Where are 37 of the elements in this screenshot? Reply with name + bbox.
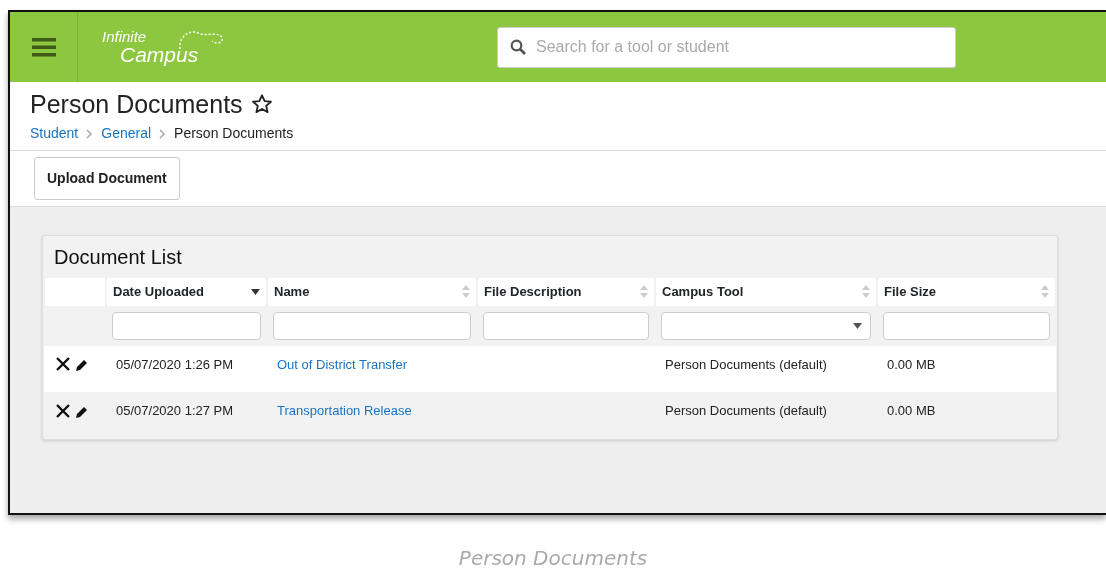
menu-icon[interactable]	[31, 37, 56, 57]
search-icon	[510, 38, 526, 55]
star-icon[interactable]	[250, 93, 273, 115]
table-cell: Person Documents (default)	[655, 392, 877, 439]
filter-input[interactable]	[483, 311, 649, 340]
chevron-icon	[159, 128, 167, 139]
column-header[interactable]: Date Uploaded	[106, 277, 267, 307]
filter-input[interactable]	[883, 311, 1050, 340]
filter-input[interactable]	[112, 311, 261, 340]
table-cell: 0.00 MB	[877, 345, 1056, 392]
column-header[interactable]: File Size	[877, 277, 1056, 307]
table-cell: Person Documents (default)	[655, 345, 877, 392]
logo-text: Campus	[120, 44, 199, 65]
document-link[interactable]: Transportation Release	[277, 403, 412, 418]
document-link[interactable]: Out of District Transfer	[277, 356, 408, 372]
column-header[interactable]: Name	[267, 277, 477, 307]
caption: Person Documents	[457, 545, 649, 572]
column-header[interactable]: Campus Tool	[655, 277, 877, 307]
logo-text: Infinite	[102, 29, 148, 44]
breadcrumb-link[interactable]: Student	[30, 123, 79, 144]
edit-icon[interactable]	[75, 359, 88, 373]
upload-button[interactable]: Upload Document	[34, 157, 180, 200]
panel-title: Document List	[53, 245, 183, 270]
search-field[interactable]: Search for a tool or student	[497, 26, 956, 68]
table-cell: 0.00 MB	[877, 392, 1056, 439]
chevron-icon	[86, 128, 94, 139]
delete-icon[interactable]	[55, 356, 71, 373]
filter-input[interactable]	[273, 311, 471, 340]
breadcrumb-current: Person Documents	[174, 124, 294, 143]
edit-icon[interactable]	[75, 405, 88, 419]
table-cell: 05/07/2020 1:27 PM	[106, 392, 267, 439]
table-cell: 05/07/2020 1:26 PM	[106, 345, 267, 392]
column-header[interactable]: File Description	[477, 277, 655, 307]
delete-icon[interactable]	[55, 402, 71, 419]
page-title: Person Documents	[30, 89, 243, 119]
breadcrumb-link[interactable]: General	[101, 123, 152, 144]
caret-icon	[853, 322, 862, 329]
